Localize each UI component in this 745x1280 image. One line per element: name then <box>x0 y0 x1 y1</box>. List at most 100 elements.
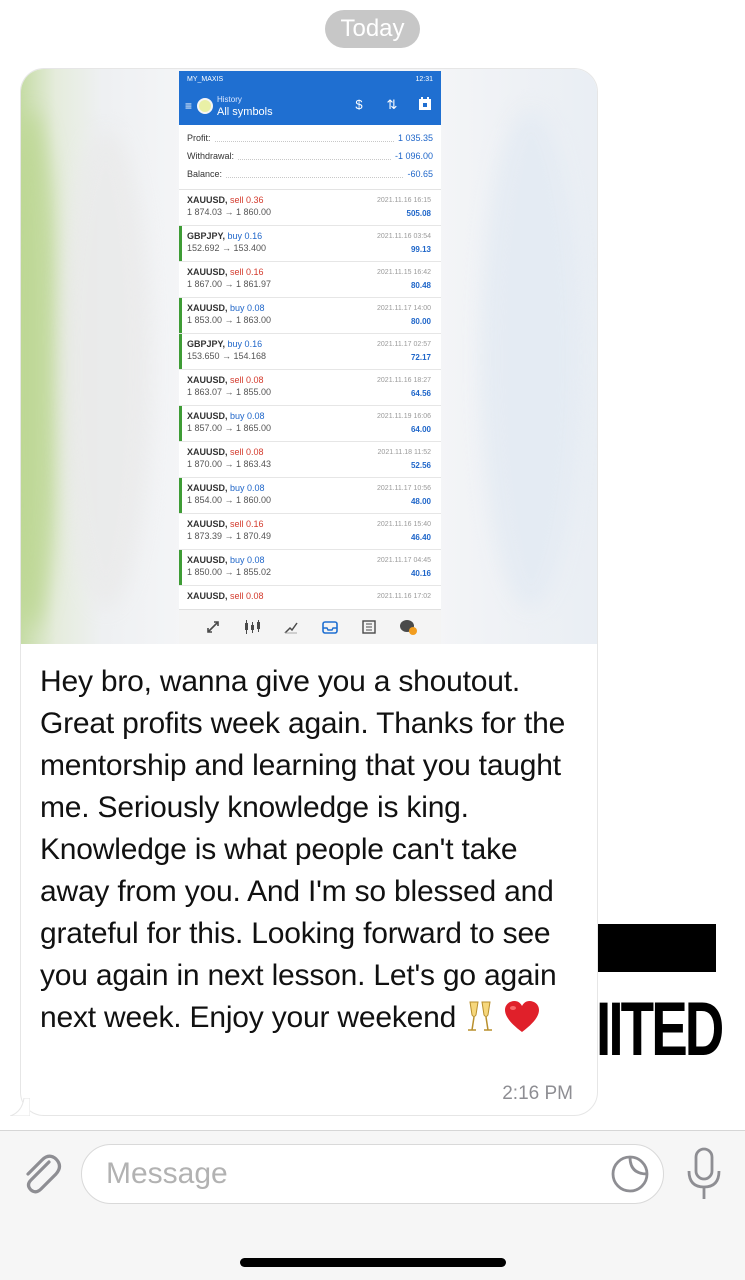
trade-row: GBPJPY, buy 0.16 153.650 → 154.168 2021.11… <box>179 334 441 370</box>
trade-side: sell 0.36 <box>230 195 264 205</box>
trade-row: XAUUSD, sell 0.08 1 870.00 → 1 863.43 2021… <box>179 442 441 478</box>
trade-icon <box>281 617 301 637</box>
summary-row: Balance: -60.65 <box>187 165 433 183</box>
trade-date: 2021.11.16 03:54 <box>377 233 431 240</box>
date-label: Today <box>325 10 420 48</box>
message-input[interactable]: Message <box>81 1144 664 1204</box>
summary-label: Withdrawal: <box>187 151 235 161</box>
bubble-tail <box>10 1098 30 1116</box>
summary-value: -1 096.00 <box>394 151 433 161</box>
trade-row: XAUUSD, buy 0.08 1 857.00 → 1 865.00 2021.… <box>179 406 441 442</box>
microphone-icon[interactable] <box>684 1147 724 1203</box>
trade-price: 1 874.03 → 1 860.00 <box>187 207 272 217</box>
trade-symbol-name: XAUUSD, <box>187 519 228 529</box>
trade-side: sell 0.08 <box>230 375 264 385</box>
trade-side: buy 0.08 <box>230 555 265 565</box>
trade-profit: 80.00 <box>410 317 431 326</box>
summary-row: Withdrawal: -1 096.00 <box>187 147 433 165</box>
quotes-icon <box>203 617 223 637</box>
trade-side: sell 0.16 <box>230 519 264 529</box>
blur-accent <box>21 109 61 629</box>
sticker-icon[interactable] <box>610 1154 650 1194</box>
trade-row: XAUUSD, buy 0.08 1 850.00 → 1 855.02 2021.… <box>179 550 441 586</box>
summary-row: Profit: 1 035.35 <box>187 129 433 147</box>
chat-area: Today IITED MY_MAXIS 12:31 ≡ History All… <box>0 0 745 1130</box>
app-header: ≡ History All symbols $ ⇅ <box>179 87 441 125</box>
app-title: History <box>217 95 242 104</box>
trade-date: 2021.11.17 10:56 <box>377 485 431 492</box>
message-composer: Message <box>0 1130 745 1280</box>
trade-profit: 80.48 <box>410 281 431 290</box>
home-indicator[interactable] <box>240 1258 506 1267</box>
trade-row: XAUUSD, buy 0.08 1 854.00 → 1 860.00 2021.… <box>179 478 441 514</box>
trade-row: XAUUSD, sell 0.08 1 863.07 → 1 855.00 2021… <box>179 370 441 406</box>
trade-symbol-name: XAUUSD, <box>187 591 228 601</box>
trade-list: XAUUSD, sell 0.36 1 874.03 → 1 860.00 2021… <box>179 190 441 622</box>
trade-date: 2021.11.16 18:27 <box>377 377 431 384</box>
message-bubble: MY_MAXIS 12:31 ≡ History All symbols $ ⇅ <box>20 68 598 1116</box>
trade-profit: 99.13 <box>410 245 431 254</box>
trade-profit: 40.16 <box>410 569 431 578</box>
trade-side: buy 0.08 <box>230 411 265 421</box>
trade-profit: 46.40 <box>410 533 431 542</box>
background-black-bar <box>598 924 716 972</box>
champagne-glasses-icon <box>464 999 496 1033</box>
trade-price: 1 867.00 → 1 861.97 <box>187 279 272 289</box>
trade-side: buy 0.16 <box>227 231 263 241</box>
trade-price: 153.650 → 154.168 <box>187 351 267 361</box>
account-summary: Profit: 1 035.35 Withdrawal: -1 096.00 B… <box>179 125 441 190</box>
trade-price: 1 870.00 → 1 863.43 <box>187 459 272 469</box>
trade-symbol-name: GBPJPY, <box>187 231 226 241</box>
trade-price: 152.692 → 153.400 <box>187 243 267 253</box>
trade-symbol-name: GBPJPY, <box>187 339 226 349</box>
message-body: Hey bro, wanna give you a shoutout. Grea… <box>40 665 566 1034</box>
trade-date: 2021.11.19 16:06 <box>377 413 431 420</box>
message-text: Hey bro, wanna give you a shoutout. Grea… <box>40 661 590 1039</box>
app-bottom-nav <box>179 609 441 644</box>
trade-date: 2021.11.18 11:52 <box>377 449 431 456</box>
attached-photo[interactable]: MY_MAXIS 12:31 ≡ History All symbols $ ⇅ <box>21 69 597 644</box>
trade-date: 2021.11.16 17:02 <box>377 593 431 600</box>
trade-row: XAUUSD, sell 0.16 1 873.39 → 1 870.49 2021… <box>179 514 441 550</box>
summary-label: Profit: <box>187 133 211 143</box>
trade-date: 2021.11.15 16:42 <box>377 269 431 276</box>
trade-date: 2021.11.17 02:57 <box>377 341 431 348</box>
sort-icon: ⇅ <box>386 97 398 112</box>
trade-price: 1 857.00 → 1 865.00 <box>187 423 272 433</box>
trade-symbol-name: XAUUSD, <box>187 483 228 493</box>
chart-icon <box>242 617 262 637</box>
trade-side: sell 0.08 <box>230 591 264 601</box>
currency-icon: $ <box>355 97 363 112</box>
trade-date: 2021.11.17 04:45 <box>377 557 431 564</box>
trade-symbol-name: XAUUSD, <box>187 375 228 385</box>
trade-side: sell 0.08 <box>230 447 264 457</box>
trade-profit: 48.00 <box>410 497 431 506</box>
summary-label: Balance: <box>187 169 223 179</box>
paperclip-icon[interactable] <box>16 1148 64 1198</box>
trade-symbol-name: XAUUSD, <box>187 411 228 421</box>
app-subtitle: All symbols <box>217 106 273 118</box>
trade-row: XAUUSD, buy 0.08 1 853.00 → 1 863.00 2021.… <box>179 298 441 334</box>
carrier-label: MY_MAXIS <box>187 75 224 83</box>
phone-status-bar: MY_MAXIS 12:31 <box>179 71 441 87</box>
trade-row: XAUUSD, sell 0.36 1 874.03 → 1 860.00 2021… <box>179 190 441 226</box>
trade-symbol-name: XAUUSD, <box>187 555 228 565</box>
trade-symbol-name: XAUUSD, <box>187 447 228 457</box>
trade-profit: 64.56 <box>410 389 431 398</box>
messages-icon <box>398 617 418 637</box>
trade-symbol-name: XAUUSD, <box>187 303 228 313</box>
trade-profit: 72.17 <box>410 353 431 362</box>
trade-date: 2021.11.16 15:40 <box>377 521 431 528</box>
summary-value: -60.65 <box>407 169 433 179</box>
red-heart-icon <box>504 1000 540 1034</box>
trade-date: 2021.11.16 16:15 <box>377 197 431 204</box>
trade-price: 1 854.00 → 1 860.00 <box>187 495 272 505</box>
summary-value: 1 035.35 <box>397 133 433 143</box>
message-timestamp: 2:16 PM <box>502 1083 573 1104</box>
trade-price: 1 863.07 → 1 855.00 <box>187 387 272 397</box>
status-time: 12:31 <box>415 75 433 83</box>
trade-row: GBPJPY, buy 0.16 152.692 → 153.400 2021.11… <box>179 226 441 262</box>
trade-row: XAUUSD, sell 0.16 1 867.00 → 1 861.97 2021… <box>179 262 441 298</box>
trade-price: 1 850.00 → 1 855.02 <box>187 567 272 577</box>
news-icon <box>359 617 379 637</box>
